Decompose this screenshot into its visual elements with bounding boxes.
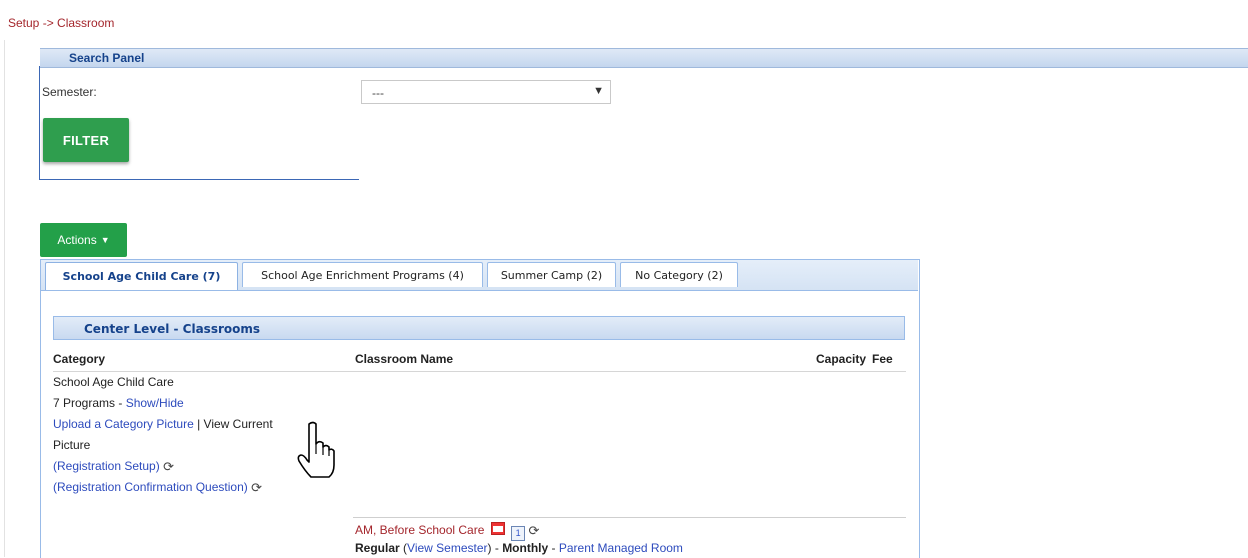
- upload-category-picture-link[interactable]: Upload a Category Picture: [53, 417, 194, 431]
- calendar-icon[interactable]: [490, 522, 505, 535]
- breadcrumb: Setup -> Classroom: [8, 16, 115, 30]
- hand-pointer-icon: [292, 420, 336, 485]
- view-semester-link[interactable]: View Semester: [407, 541, 487, 555]
- caret-down-icon: ▼: [100, 235, 110, 245]
- actions-button[interactable]: Actions ▼: [40, 223, 127, 257]
- center-level-title: Center Level - Classrooms: [84, 322, 261, 336]
- registration-confirmation-link[interactable]: (Registration Confirmation Question): [53, 480, 248, 494]
- semester-select-value: ---: [372, 86, 384, 100]
- classroom-type: Regular: [355, 541, 400, 555]
- classroom-divider: [353, 517, 906, 518]
- classroom-name[interactable]: AM, Before School Care: [355, 523, 484, 537]
- show-hide-link[interactable]: Show/Hide: [126, 396, 184, 410]
- refresh-icon[interactable]: ⟳: [163, 459, 174, 475]
- center-level-header: Center Level - Classrooms: [53, 316, 905, 340]
- header-divider: [53, 371, 906, 372]
- tab-summer-camp[interactable]: Summer Camp (2): [487, 262, 616, 287]
- classroom-details-row: Regular (View Semester) - Monthly - Pare…: [355, 541, 683, 555]
- column-header-category: Category: [53, 352, 106, 366]
- page-icon[interactable]: 1: [511, 526, 526, 541]
- actions-button-label: Actions: [57, 233, 97, 247]
- search-panel-title: Search Panel: [69, 51, 145, 65]
- parent-managed-room-link[interactable]: Parent Managed Room: [559, 541, 683, 555]
- search-panel-left-border: [39, 66, 40, 180]
- category-name: School Age Child Care: [53, 375, 174, 389]
- chevron-down-icon: ▼: [593, 85, 604, 97]
- search-panel-bottom-border: [39, 179, 359, 180]
- registration-setup-row: (Registration Setup) ⟳: [53, 459, 174, 475]
- search-panel-header: Search Panel: [40, 48, 1248, 68]
- classroom-frequency: Monthly: [502, 541, 549, 555]
- programs-row: 7 Programs - Show/Hide: [53, 396, 184, 410]
- semester-label: Semester:: [42, 85, 97, 99]
- filter-button[interactable]: FILTER: [43, 118, 129, 162]
- programs-dash: -: [115, 396, 126, 410]
- tab-no-category[interactable]: No Category (2): [620, 262, 738, 287]
- refresh-icon[interactable]: ⟳: [528, 523, 539, 539]
- picture-separator: |: [193, 417, 204, 431]
- column-header-capacity: Capacity: [816, 352, 867, 366]
- view-current-picture-link-continued[interactable]: Picture: [53, 438, 90, 452]
- picture-row: Upload a Category Picture | View Current: [53, 417, 273, 431]
- registration-confirmation-row: (Registration Confirmation Question) ⟳: [53, 480, 262, 496]
- refresh-icon[interactable]: ⟳: [251, 480, 262, 496]
- tab-school-age-enrichment-programs[interactable]: School Age Enrichment Programs (4): [242, 262, 483, 287]
- tab-school-age-child-care[interactable]: School Age Child Care (7): [45, 262, 238, 290]
- page-icon-number: 1: [515, 528, 521, 538]
- view-current-picture-link[interactable]: View Current: [204, 417, 273, 431]
- column-header-fee: Fee: [872, 352, 893, 366]
- programs-count: 7 Programs: [53, 396, 116, 410]
- semester-select[interactable]: --- ▼: [361, 80, 611, 104]
- registration-setup-link[interactable]: (Registration Setup): [53, 459, 160, 473]
- column-header-classroom-name: Classroom Name: [355, 352, 454, 366]
- classroom-row: AM, Before School Care 1 ⟳: [355, 522, 539, 541]
- left-divider: [4, 40, 5, 557]
